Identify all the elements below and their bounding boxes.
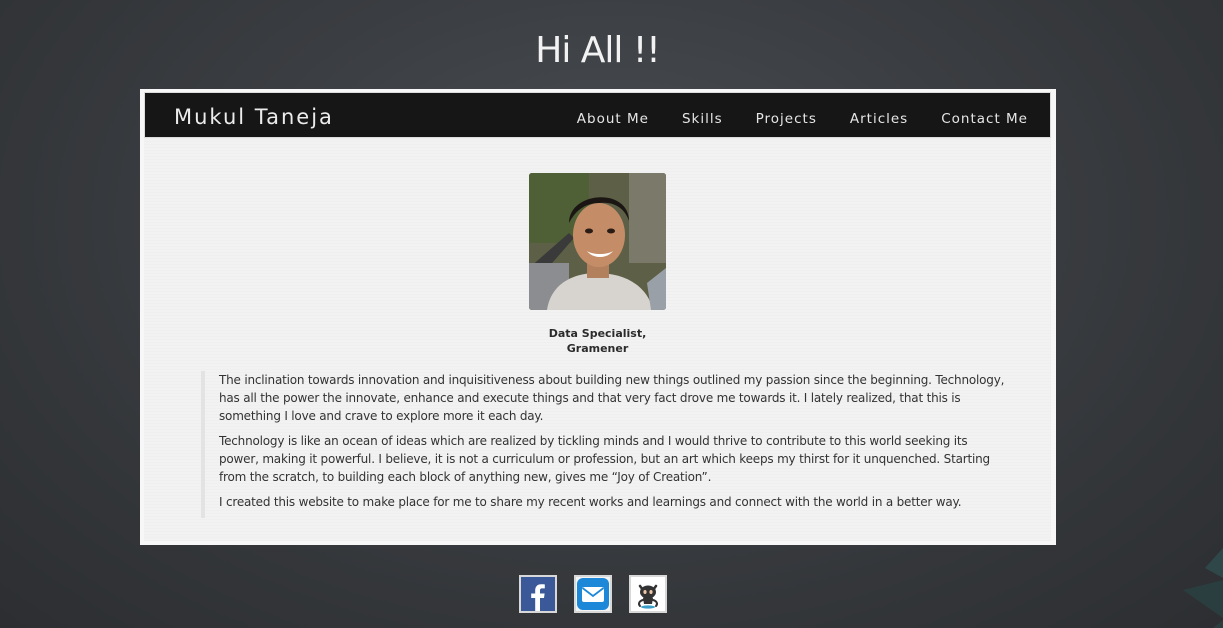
about-section: Data Specialist, Gramener The inclinatio… xyxy=(144,138,1051,541)
about-blockquote: The inclination towards innovation and i… xyxy=(201,371,1009,518)
about-paragraph: The inclination towards innovation and i… xyxy=(219,373,1005,423)
job-title-company: Gramener xyxy=(566,342,629,355)
job-title-role: Data Specialist, xyxy=(548,327,647,340)
brand-name[interactable]: Mukul Taneja xyxy=(174,105,334,129)
page-greeting: Hi All !! xyxy=(535,30,660,71)
corner-decoration xyxy=(1183,548,1223,628)
nav-link-articles[interactable]: Articles xyxy=(850,111,908,127)
navbar: Mukul Taneja About Me Skills Projects Ar… xyxy=(144,92,1051,138)
facebook-link[interactable] xyxy=(519,575,557,613)
profile-photo xyxy=(529,173,666,310)
github-icon xyxy=(631,577,665,611)
nav-link-about-me[interactable]: About Me xyxy=(577,111,649,127)
github-link[interactable] xyxy=(629,575,667,613)
email-link[interactable] xyxy=(574,575,612,613)
profile-photo-illustration xyxy=(529,173,666,310)
main-frame: Mukul Taneja About Me Skills Projects Ar… xyxy=(140,89,1056,545)
nav-link-contact-me[interactable]: Contact Me xyxy=(941,111,1028,127)
nav-links: About Me Skills Projects Articles Contac… xyxy=(544,111,1028,127)
about-paragraph: Technology is like an ocean of ideas whi… xyxy=(219,434,990,484)
job-title: Data Specialist, Gramener xyxy=(144,326,1051,356)
nav-link-skills[interactable]: Skills xyxy=(682,111,723,127)
facebook-icon xyxy=(521,577,555,611)
about-paragraph: I created this website to make place for… xyxy=(219,495,962,509)
nav-link-projects[interactable]: Projects xyxy=(756,111,817,127)
email-icon xyxy=(577,578,609,610)
social-links xyxy=(519,575,667,613)
